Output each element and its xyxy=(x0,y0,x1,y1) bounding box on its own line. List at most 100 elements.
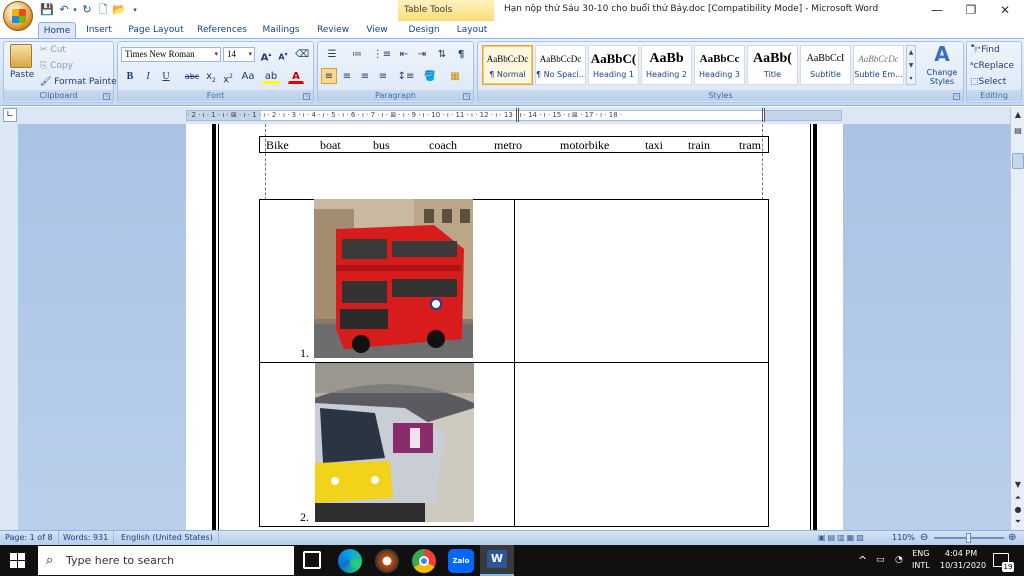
wifi-icon[interactable]: ◔ xyxy=(895,545,903,576)
font-name-combo[interactable]: Times New Roman ▾ xyxy=(121,47,221,62)
style-subtle-emphasis[interactable]: AaBbCcDc Subtle Em... xyxy=(853,45,904,85)
windows-start-icon[interactable] xyxy=(10,553,25,568)
shrink-font-icon[interactable]: A▾ xyxy=(275,46,291,62)
underline-icon[interactable]: U xyxy=(158,68,174,84)
zoom-out-icon[interactable]: ⊖ xyxy=(920,532,928,544)
style-heading-3[interactable]: AaBbCc Heading 3 xyxy=(694,45,745,85)
style-subtitle[interactable]: AaBbCcI Subtitle xyxy=(800,45,851,85)
clipboard-launcher-icon[interactable]: ↘ xyxy=(103,93,110,100)
subscript-icon[interactable]: x2 xyxy=(203,68,219,84)
grow-font-icon[interactable]: A▴ xyxy=(258,46,274,63)
justify-icon[interactable]: ≡ xyxy=(375,68,391,84)
paste-icon[interactable] xyxy=(10,44,32,68)
open-folder-icon[interactable]: 📂 xyxy=(112,3,126,17)
redo-icon[interactable]: ↻ xyxy=(80,3,94,17)
scroll-up-icon[interactable]: ▲ xyxy=(1012,109,1024,121)
italic-icon[interactable]: I xyxy=(140,68,156,84)
font-launcher-icon[interactable]: ↘ xyxy=(303,93,310,100)
copy-button[interactable]: ⎘ Copy xyxy=(40,58,73,74)
superscript-icon[interactable]: x2 xyxy=(220,68,236,85)
task-view-icon[interactable] xyxy=(303,551,321,569)
scroll-down-icon[interactable]: ▼ xyxy=(1012,479,1024,491)
column-marker-icon[interactable] xyxy=(762,108,768,122)
customize-qat-icon[interactable]: ▾ xyxy=(128,3,142,17)
paste-button[interactable]: Paste xyxy=(10,67,34,83)
borders-icon[interactable]: ▦ xyxy=(444,68,466,84)
line-spacing-icon[interactable]: ↕≡ xyxy=(396,68,416,84)
decrease-indent-icon[interactable]: ⇤ xyxy=(396,46,412,62)
ruler-toggle-icon[interactable]: ▤ xyxy=(1012,125,1024,137)
previous-page-icon[interactable]: ⏶ xyxy=(1012,492,1024,504)
style-no-spacing[interactable]: AaBbCcDc ¶ No Spaci... xyxy=(535,45,586,85)
tab-page-layout[interactable]: Page Layout xyxy=(128,22,184,39)
view-buttons[interactable]: ▣▤▥▦▧ xyxy=(818,533,882,543)
tray-overflow-icon[interactable]: ^ xyxy=(858,545,867,576)
font-size-combo[interactable]: 14 ▾ xyxy=(223,47,255,62)
tab-references[interactable]: References xyxy=(196,22,248,39)
pilcrow-icon[interactable]: ¶ xyxy=(453,46,469,62)
zoom-in-icon[interactable]: ⊕ xyxy=(1008,532,1016,544)
new-document-icon[interactable]: 🗋 xyxy=(96,3,110,17)
clear-formatting-icon[interactable]: ⌫ xyxy=(294,46,310,62)
tab-layout[interactable]: Layout xyxy=(454,22,490,39)
style-heading-2[interactable]: AaBb Heading 2 xyxy=(641,45,692,85)
chrome-icon[interactable] xyxy=(412,549,436,573)
tab-selector-icon[interactable]: ∟ xyxy=(3,108,17,122)
tab-view[interactable]: View xyxy=(362,22,392,39)
strikethrough-icon[interactable]: abc xyxy=(183,68,201,84)
zalo-icon[interactable]: Zalo xyxy=(448,549,474,573)
vocabulary-row[interactable]: Bike boat bus coach metro motorbike taxi… xyxy=(259,136,769,153)
tab-home[interactable]: Home xyxy=(38,22,76,39)
tab-review[interactable]: Review xyxy=(314,22,352,39)
style-title[interactable]: AaBb(Title xyxy=(747,45,798,85)
vertical-scrollbar[interactable]: ▲ ▤ ▼ ⏶ ● ⏷ xyxy=(1010,107,1024,530)
numbering-icon[interactable]: ≔ xyxy=(346,46,368,62)
office-button[interactable] xyxy=(3,1,33,31)
horizontal-ruler[interactable]: · 2 · ı · 1 · ı · ⊠ · ı · 1 · ı · 2 · ı … xyxy=(186,110,842,121)
indent-marker-icon[interactable] xyxy=(516,108,522,122)
styles-scroll[interactable]: ▲ ▼ ▾ xyxy=(906,45,916,85)
train-image[interactable] xyxy=(315,363,474,522)
tab-design[interactable]: Design xyxy=(406,22,442,39)
language-tray[interactable]: ENG INTL xyxy=(912,548,930,572)
save-icon[interactable]: 💾 xyxy=(40,3,54,17)
tab-insert[interactable]: Insert xyxy=(82,22,116,39)
style-heading-1[interactable]: AaBbC(Heading 1 xyxy=(588,45,639,85)
page-count[interactable]: Page: 1 of 8 xyxy=(0,531,59,545)
zoom-level[interactable]: 110% xyxy=(892,531,915,545)
select-button[interactable]: ⬚Select xyxy=(970,74,1006,90)
clock[interactable]: 4:04 PM 10/31/2020 xyxy=(940,548,986,572)
styles-launcher-icon[interactable]: ↘ xyxy=(953,93,960,100)
highlight-icon[interactable]: ab xyxy=(262,68,280,84)
find-button[interactable]: 🔭Find xyxy=(970,42,1000,58)
word-taskbar-button[interactable]: W xyxy=(480,545,514,576)
bold-icon[interactable]: B xyxy=(122,68,138,84)
bullets-icon[interactable]: ☰ xyxy=(321,46,343,62)
taskbar-search-input[interactable]: ⌕ Type here to search xyxy=(38,546,294,575)
restore-icon[interactable]: ❐ xyxy=(956,2,986,18)
align-center-icon[interactable]: ≡ xyxy=(339,68,355,84)
close-icon[interactable]: ✕ xyxy=(990,2,1020,18)
font-color-icon[interactable]: A xyxy=(288,68,304,84)
minimize-icon[interactable]: — xyxy=(922,2,952,18)
language-indicator[interactable]: English (United States) xyxy=(116,531,219,545)
zoom-slider-thumb[interactable] xyxy=(966,533,971,543)
scroll-thumb[interactable] xyxy=(1012,153,1024,169)
battery-icon[interactable]: ▭ xyxy=(876,545,885,576)
select-browse-object-icon[interactable]: ● xyxy=(1012,504,1024,516)
edge-icon[interactable] xyxy=(338,549,362,573)
format-painter-button[interactable]: 🖌 Format Painter xyxy=(40,74,120,90)
increase-indent-icon[interactable]: ⇥ xyxy=(414,46,430,62)
style-normal[interactable]: AaBbCcDc ¶ Normal xyxy=(482,45,533,85)
next-page-icon[interactable]: ⏷ xyxy=(1012,516,1024,528)
multilevel-list-icon[interactable]: ⋮≡ xyxy=(371,46,393,62)
media-player-icon[interactable] xyxy=(375,549,399,573)
paragraph-launcher-icon[interactable]: ↘ xyxy=(463,93,470,100)
cut-button[interactable]: ✂ Cut xyxy=(40,42,66,58)
replace-button[interactable]: ᵃcReplace xyxy=(970,58,1014,74)
change-case-icon[interactable]: Aa xyxy=(238,68,258,84)
change-styles-button[interactable]: Change Styles xyxy=(922,68,962,86)
vertical-ruler[interactable] xyxy=(0,124,18,530)
change-styles-icon[interactable]: A xyxy=(930,42,954,66)
word-count[interactable]: Words: 931 xyxy=(58,531,115,545)
